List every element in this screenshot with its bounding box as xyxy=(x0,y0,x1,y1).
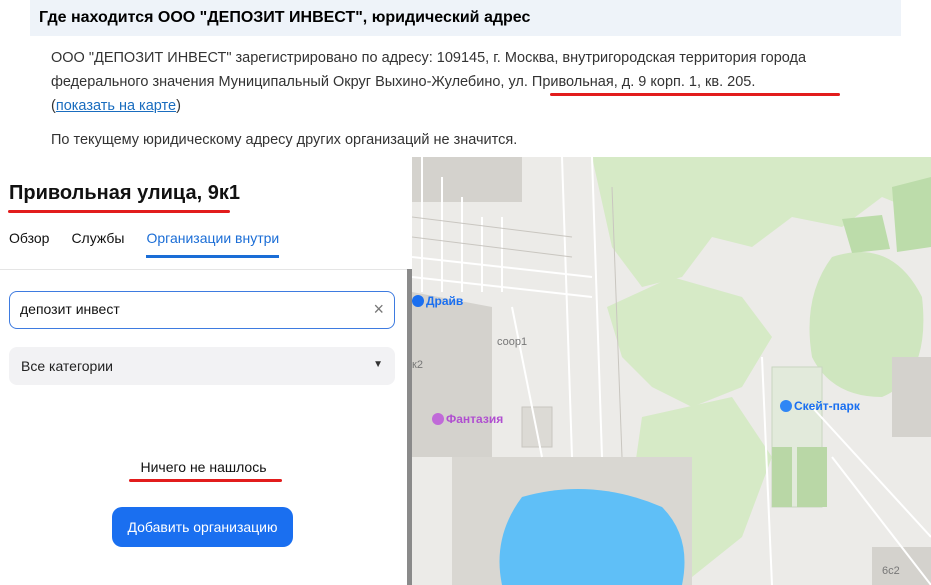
address-line-2: федерального значения Муниципальный Окру… xyxy=(51,74,756,90)
close-paren: ) xyxy=(176,98,181,114)
car-icon xyxy=(412,295,424,307)
park-area xyxy=(892,177,931,252)
sports-field xyxy=(797,447,827,507)
entertainment-icon xyxy=(432,413,444,425)
empty-result-message: Ничего не нашлось xyxy=(140,459,267,475)
address-paragraph: ООО "ДЕПОЗИТ ИНВЕСТ" зарегистрировано по… xyxy=(51,46,911,118)
tab-services[interactable]: Службы xyxy=(71,230,124,258)
map-label-soor: соор1 xyxy=(497,336,528,348)
article-body: ООО "ДЕПОЗИТ ИНВЕСТ" зарегистрировано по… xyxy=(51,46,911,152)
park-area xyxy=(607,277,772,407)
category-select-label: Все категории xyxy=(21,358,113,374)
add-organization-button[interactable]: Добавить организацию xyxy=(112,507,293,547)
map-view[interactable]: Драйв соор1 к2 Фантазия Скейт-парк 6с2 xyxy=(412,157,931,585)
place-panel: Привольная улица, 9к1 Обзор Службы Орган… xyxy=(0,157,412,585)
poi-drive-label: Драйв xyxy=(426,294,464,308)
building xyxy=(412,157,522,202)
poi-skatepark[interactable]: Скейт-парк xyxy=(780,399,860,413)
empty-highlight xyxy=(129,479,282,482)
sports-field xyxy=(772,447,792,507)
show-on-map-link[interactable]: показать на карте xyxy=(56,98,176,114)
poi-fantasy[interactable]: Фантазия xyxy=(432,412,503,426)
poi-fantasy-label: Фантазия xyxy=(446,412,504,426)
poi-drive[interactable]: Драйв xyxy=(412,294,463,308)
address-highlight xyxy=(550,93,840,96)
clear-icon[interactable]: × xyxy=(373,299,384,320)
tab-overview[interactable]: Обзор xyxy=(9,230,49,258)
org-search-input[interactable] xyxy=(20,301,350,317)
tabs-divider xyxy=(0,269,407,270)
map-label-k2: к2 xyxy=(412,359,423,371)
building xyxy=(412,292,492,457)
map-label-6c2: 6с2 xyxy=(882,565,900,577)
chevron-down-icon: ▼ xyxy=(373,359,383,370)
map-canvas[interactable] xyxy=(412,157,931,585)
panel-tabs: Обзор Службы Организации внутри xyxy=(9,230,280,258)
building xyxy=(872,547,931,585)
org-search-box: × xyxy=(9,291,395,329)
article-header: Где находится ООО "ДЕПОЗИТ ИНВЕСТ", юрид… xyxy=(30,0,901,36)
address-line-1: ООО "ДЕПОЗИТ ИНВЕСТ" зарегистрировано по… xyxy=(51,50,807,66)
place-title: Привольная улица, 9к1 xyxy=(9,182,240,204)
skatepark-icon xyxy=(780,400,792,412)
poi-skatepark-label: Скейт-парк xyxy=(794,399,860,413)
building xyxy=(892,357,931,437)
title-highlight xyxy=(8,210,230,213)
article-heading: Где находится ООО "ДЕПОЗИТ ИНВЕСТ", юрид… xyxy=(39,9,531,26)
category-select[interactable]: Все категории ▼ xyxy=(9,347,395,385)
no-other-orgs-text: По текущему юридическому адресу других о… xyxy=(51,132,518,148)
tab-organizations-inside[interactable]: Организации внутри xyxy=(146,230,280,258)
park-area xyxy=(842,215,890,253)
